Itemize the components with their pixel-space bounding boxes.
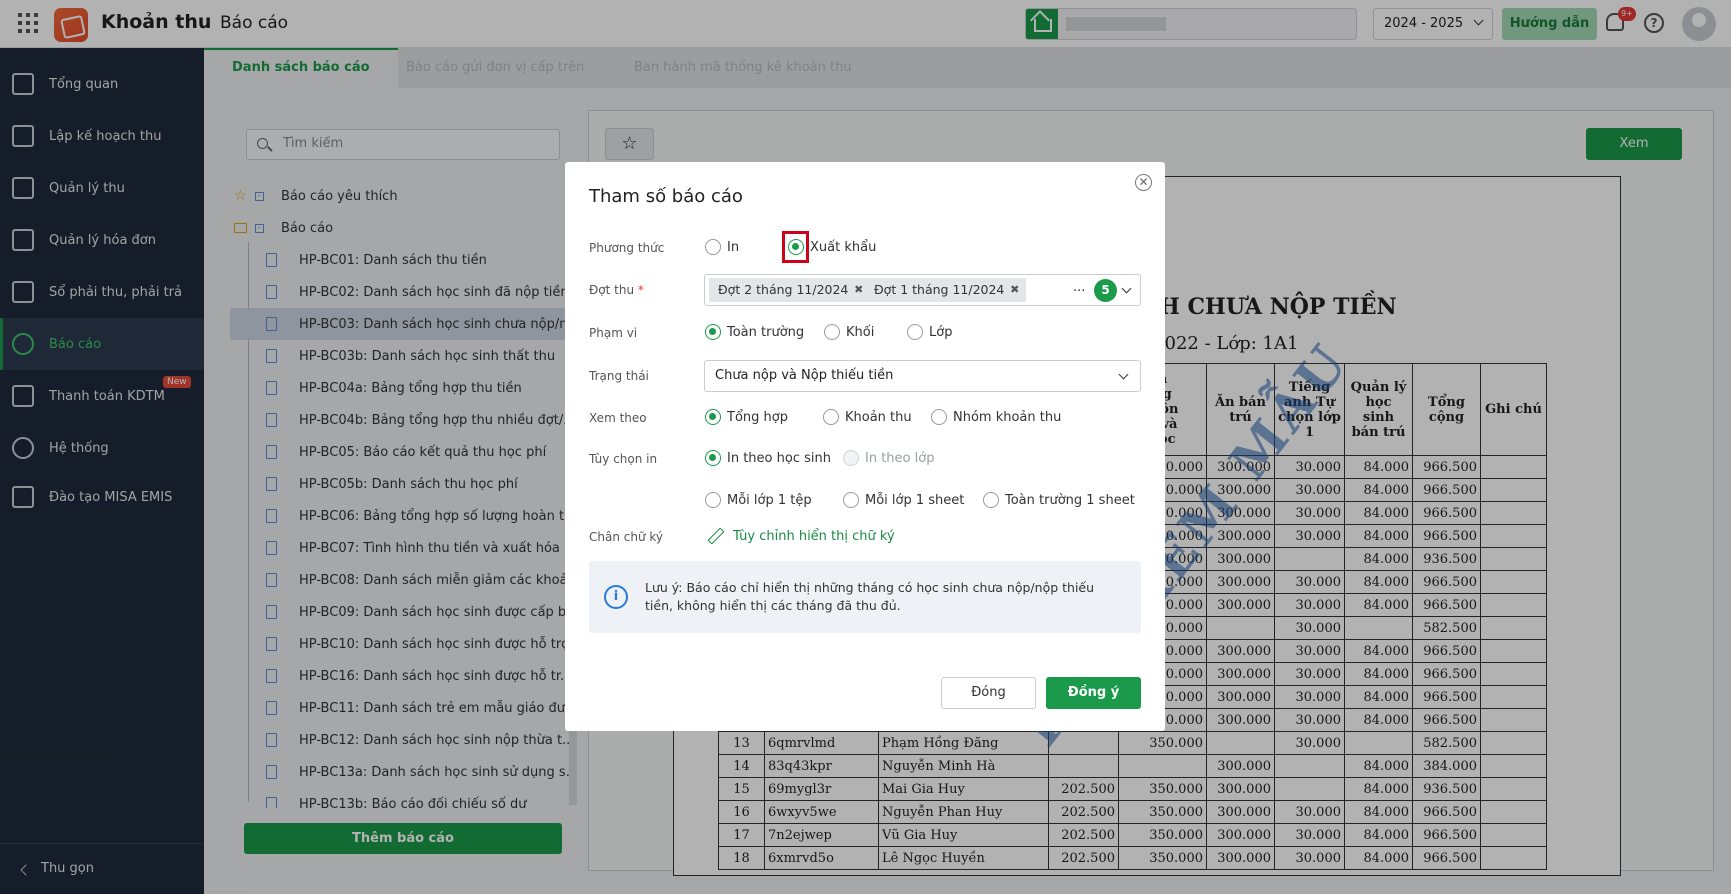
radio-selected-icon (705, 409, 721, 425)
info-icon: i (604, 585, 628, 609)
radio-label: Khối (846, 324, 875, 340)
radio-label: Toàn trường (727, 324, 805, 340)
period-label: Đợt thu * (589, 283, 644, 297)
period-multiselect[interactable]: Đợt 2 tháng 11/2024 ✖ Đợt 1 tháng 11/2024… (704, 274, 1141, 306)
radio-label: In theo lớp (865, 450, 935, 466)
more-indicator: ... (1073, 280, 1086, 295)
radio-label: Mỗi lớp 1 tệp (727, 492, 812, 508)
view-summary-radio[interactable]: Tổng hợp (705, 409, 788, 425)
view-fee-group-radio[interactable]: Nhóm khoản thu (931, 409, 1061, 425)
status-value: Chưa nộp và Nộp thiếu tiền (715, 368, 894, 383)
whole-school-one-sheet-radio[interactable]: Toàn trường 1 sheet (983, 492, 1135, 508)
link-label: Tùy chỉnh hiển thị chữ ký (733, 528, 895, 544)
scope-class-radio[interactable]: Lớp (907, 324, 952, 340)
chevron-down-icon[interactable] (1121, 283, 1132, 294)
signature-label: Chân chữ ký (589, 530, 664, 544)
radio-label: Nhóm khoản thu (953, 409, 1062, 425)
radio-label: Khoản thu (845, 409, 912, 425)
note-text: Lưu ý: Báo cáo chỉ hiển thị những tháng … (645, 580, 1095, 613)
customize-signature-link[interactable]: Tùy chỉnh hiển thị chữ ký (707, 528, 895, 544)
dialog-title: Tham số báo cáo (589, 186, 743, 207)
radio-label: Mỗi lớp 1 sheet (865, 492, 965, 508)
remove-icon[interactable]: ✖ (1010, 278, 1019, 302)
method-print-radio[interactable]: In (705, 239, 739, 255)
confirm-button[interactable]: Đồng ý (1046, 677, 1141, 709)
radio-label: Tổng hợp (727, 409, 788, 425)
view-by-label: Xem theo (589, 411, 647, 425)
scope-school-radio[interactable]: Toàn trường (705, 324, 804, 340)
scope-label: Phạm vi (589, 326, 638, 340)
radio-icon (824, 324, 840, 340)
method-label: Phương thức (589, 241, 665, 255)
report-params-dialog: Tham số báo cáo ✕ Phương thức In Xuất kh… (565, 162, 1165, 731)
scope-grade-radio[interactable]: Khối (824, 324, 874, 340)
one-file-per-class-radio[interactable]: Mỗi lớp 1 tệp (705, 492, 812, 508)
close-button[interactable]: Đóng (941, 677, 1036, 709)
status-label: Trạng thái (589, 369, 649, 383)
radio-label: Xuất khẩu (810, 239, 877, 255)
radio-selected-icon (705, 324, 721, 340)
print-options-label: Tùy chọn in (589, 452, 658, 466)
view-fee-radio[interactable]: Khoản thu (823, 409, 912, 425)
status-select[interactable]: Chưa nộp và Nộp thiếu tiền (704, 360, 1141, 392)
radio-icon (843, 492, 859, 508)
chevron-down-icon (1118, 369, 1129, 380)
required-mark: * (637, 283, 644, 297)
pencil-icon (707, 528, 723, 544)
radio-label: In theo học sinh (727, 450, 831, 466)
radio-selected-icon (705, 450, 721, 466)
print-by-class-radio: In theo lớp (843, 450, 934, 466)
radio-label: Lớp (929, 324, 953, 340)
radio-icon (705, 492, 721, 508)
radio-label: Toàn trường 1 sheet (1005, 492, 1135, 508)
period-chip: Đợt 2 tháng 11/2024 ✖ (709, 278, 871, 302)
highlight-box (782, 231, 809, 263)
radio-label: In (727, 239, 740, 255)
radio-icon (931, 409, 947, 425)
close-icon[interactable]: ✕ (1135, 174, 1152, 191)
radio-icon (823, 409, 839, 425)
remove-icon[interactable]: ✖ (854, 278, 863, 302)
print-by-student-radio[interactable]: In theo học sinh (705, 450, 831, 466)
info-note: i Lưu ý: Báo cáo chỉ hiển thị những thán… (589, 561, 1141, 633)
radio-icon (907, 324, 923, 340)
radio-icon (983, 492, 999, 508)
radio-icon (705, 239, 721, 255)
selected-count-badge: 5 (1094, 279, 1117, 302)
period-chip: Đợt 1 tháng 11/2024 ✖ (865, 278, 1027, 302)
one-sheet-per-class-radio[interactable]: Mỗi lớp 1 sheet (843, 492, 964, 508)
radio-icon (843, 450, 859, 466)
